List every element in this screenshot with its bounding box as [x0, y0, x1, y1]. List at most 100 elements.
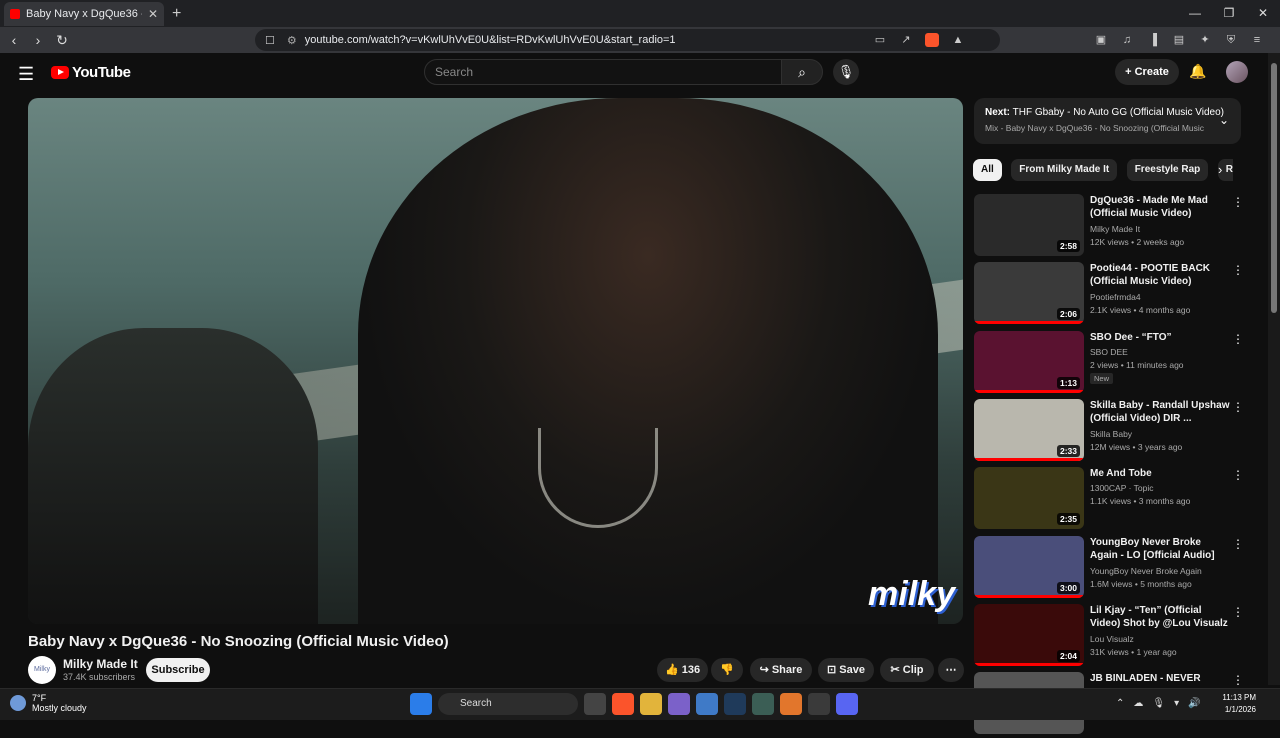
copilot-icon[interactable] — [668, 693, 690, 715]
sidebar-icon[interactable]: ▣ — [1091, 33, 1111, 47]
leo-icon[interactable]: ✦ — [1195, 33, 1215, 47]
page-scrollbar[interactable] — [1268, 53, 1280, 685]
panel-icon[interactable]: ▐ — [1143, 33, 1163, 47]
new-tab-icon[interactable]: + — [172, 5, 181, 23]
subscribe-button[interactable]: Subscribe — [146, 658, 210, 682]
recommendation-item[interactable]: 2:04 Lil Kjay - “Ten” (Official Video) Sh… — [974, 604, 1244, 670]
mic-tray-icon[interactable]: 🎙 — [1152, 698, 1165, 709]
windows-start-icon[interactable] — [410, 693, 432, 715]
recommendation-item[interactable]: 2:06 Pootie44 - POOTIE BACK (Official Mus… — [974, 262, 1244, 328]
brave-browser-icon[interactable] — [612, 693, 634, 715]
like-button[interactable]: 👍 136 — [657, 658, 708, 682]
recommendation-item[interactable]: 1:13 SBO Dee - “FTO” SBO DEE 2 views • 11 m… — [974, 331, 1244, 397]
bookmark-icon[interactable]: ☐ — [265, 34, 275, 47]
recommendation-channel[interactable]: YoungBoy Never Broke Again — [1090, 566, 1202, 576]
recommendation-item[interactable]: 3:00 YoungBoy Never Broke Again - LO [Off… — [974, 536, 1244, 602]
video-player[interactable]: milky — [28, 98, 963, 624]
recommendation-channel[interactable]: Skilla Baby — [1090, 429, 1132, 439]
xbox-icon[interactable] — [752, 693, 774, 715]
more-vertical-icon[interactable]: ⋮ — [1232, 468, 1244, 482]
recommendation-item[interactable]: 2:58 DgQue36 - Made Me Mad (Official Musi… — [974, 194, 1244, 260]
recommendation-channel[interactable]: 1300CAP · Topic — [1090, 483, 1153, 493]
dislike-button[interactable]: 👎 — [711, 658, 743, 682]
channel-avatar[interactable]: Milky — [28, 656, 56, 684]
wallet-icon[interactable]: ▤ — [1169, 33, 1189, 47]
recommendation-channel[interactable]: Pootiefrmda4 — [1090, 292, 1141, 302]
discord-icon[interactable] — [836, 693, 858, 715]
youtube-logo[interactable]: YouTube — [51, 64, 131, 81]
minimize-icon[interactable]: — — [1178, 0, 1212, 27]
search-button[interactable]: ⌕ — [781, 59, 823, 85]
video-thumbnail[interactable]: 3:00 — [974, 536, 1084, 598]
video-thumbnail[interactable]: 2:35 — [974, 467, 1084, 529]
save-button[interactable]: ⊡ Save — [818, 658, 874, 682]
steam-icon[interactable] — [724, 693, 746, 715]
restore-icon[interactable]: ❐ — [1212, 0, 1246, 27]
chevron-right-icon[interactable]: › — [1218, 162, 1222, 177]
back-icon[interactable]: ‹ — [4, 32, 24, 48]
recommendation-title[interactable]: Lil Kjay - “Ten” (Official Video) Shot b… — [1090, 604, 1230, 630]
more-vertical-icon[interactable]: ⋮ — [1232, 673, 1244, 687]
search-input[interactable]: Search — [424, 59, 782, 85]
forward-icon[interactable]: › — [28, 32, 48, 48]
recommendation-title[interactable]: Pootie44 - POOTIE BACK (Official Music V… — [1090, 262, 1230, 288]
reload-icon[interactable]: ↻ — [52, 32, 72, 49]
brave-rewards-icon[interactable]: ▲ — [948, 33, 968, 47]
guide-menu-icon[interactable]: ☰ — [18, 64, 34, 85]
more-vertical-icon[interactable]: ⋮ — [1232, 195, 1244, 209]
cast-icon[interactable]: ▭ — [870, 33, 890, 47]
chip-from-channel[interactable]: From Milky Made It — [1011, 159, 1118, 181]
site-info-icon[interactable]: ⚙ — [287, 34, 297, 47]
recommendation-title[interactable]: Skilla Baby - Randall Upshaw (Official V… — [1090, 399, 1230, 425]
recommendation-channel[interactable]: Lou Visualz — [1090, 634, 1134, 644]
notifications-bell-icon[interactable]: 🔔 — [1189, 63, 1206, 80]
video-thumbnail[interactable]: 2:06 — [974, 262, 1084, 324]
wifi-icon[interactable]: ▾ — [1174, 698, 1179, 709]
more-vertical-icon[interactable]: ⋮ — [1232, 332, 1244, 346]
brave-shields-icon[interactable] — [922, 33, 942, 47]
recommendation-title[interactable]: DgQue36 - Made Me Mad (Official Music Vi… — [1090, 194, 1230, 220]
music-icon[interactable]: ♫ — [1117, 33, 1137, 47]
video-thumbnail[interactable]: 1:13 — [974, 331, 1084, 393]
video-thumbnail[interactable]: 2:04 — [974, 604, 1084, 666]
account-avatar[interactable] — [1226, 61, 1248, 83]
chatgpt-icon[interactable] — [808, 693, 830, 715]
more-vertical-icon[interactable]: ⋮ — [1232, 605, 1244, 619]
url-text[interactable]: youtube.com/watch?v=vKwlUhVvE0U&list=RDv… — [305, 34, 676, 46]
channel-watermark[interactable]: milky — [868, 575, 955, 614]
voice-search-button[interactable]: 🎙 — [833, 59, 859, 85]
chevron-up-icon[interactable]: ⌃ — [1116, 698, 1124, 709]
clip-button[interactable]: ✂ Clip — [880, 658, 934, 682]
taskbar-search[interactable]: Search — [438, 693, 578, 715]
file-explorer-icon[interactable] — [640, 693, 662, 715]
close-tab-icon[interactable]: ✕ — [148, 7, 158, 21]
clock[interactable]: 11:13 PM 1/1/2026 — [1222, 692, 1256, 716]
recommendation-channel[interactable]: Milky Made It — [1090, 224, 1140, 234]
chevron-down-icon[interactable]: ⌄ — [1219, 113, 1229, 127]
video-thumbnail[interactable]: 2:33 — [974, 399, 1084, 461]
video-thumbnail[interactable]: 2:58 — [974, 194, 1084, 256]
more-vertical-icon[interactable]: ⋮ — [1232, 537, 1244, 551]
recommendation-title[interactable]: Me And Tobe — [1090, 467, 1230, 480]
more-vertical-icon[interactable]: ⋮ — [1232, 263, 1244, 277]
recommendation-title[interactable]: JB BINLADEN - NEVER — [1090, 672, 1230, 685]
create-button[interactable]: + Create — [1115, 59, 1179, 85]
more-actions-button[interactable]: ⋯ — [938, 658, 964, 682]
share-button[interactable]: ↪ Share — [750, 658, 812, 682]
menu-icon[interactable]: ≡ — [1247, 33, 1267, 47]
app-icon[interactable] — [780, 693, 802, 715]
task-view-icon[interactable] — [584, 693, 606, 715]
more-vertical-icon[interactable]: ⋮ — [1232, 400, 1244, 414]
channel-name[interactable]: Milky Made It — [63, 657, 138, 671]
vpn-icon[interactable]: ⛨ — [1221, 33, 1241, 47]
recommendation-item[interactable]: 2:35 Me And Tobe 1300CAP · Topic 1.1K views… — [974, 467, 1244, 533]
recommendation-title[interactable]: SBO Dee - “FTO” — [1090, 331, 1230, 344]
volume-icon[interactable]: 🔊 — [1188, 698, 1200, 709]
chip-all[interactable]: All — [973, 159, 1002, 181]
onedrive-icon[interactable]: ☁ — [1133, 698, 1143, 709]
recommendation-item[interactable]: 2:33 Skilla Baby - Randall Upshaw (Offici… — [974, 399, 1244, 465]
playlist-up-next[interactable]: Next: THF Gbaby - No Auto GG (Official M… — [974, 98, 1241, 144]
close-window-icon[interactable]: ✕ — [1246, 0, 1280, 27]
browser-tab[interactable]: Baby Navy x DgQue36 - No Sno ✕ — [4, 1, 164, 26]
share-icon[interactable]: ↗ — [896, 33, 916, 47]
